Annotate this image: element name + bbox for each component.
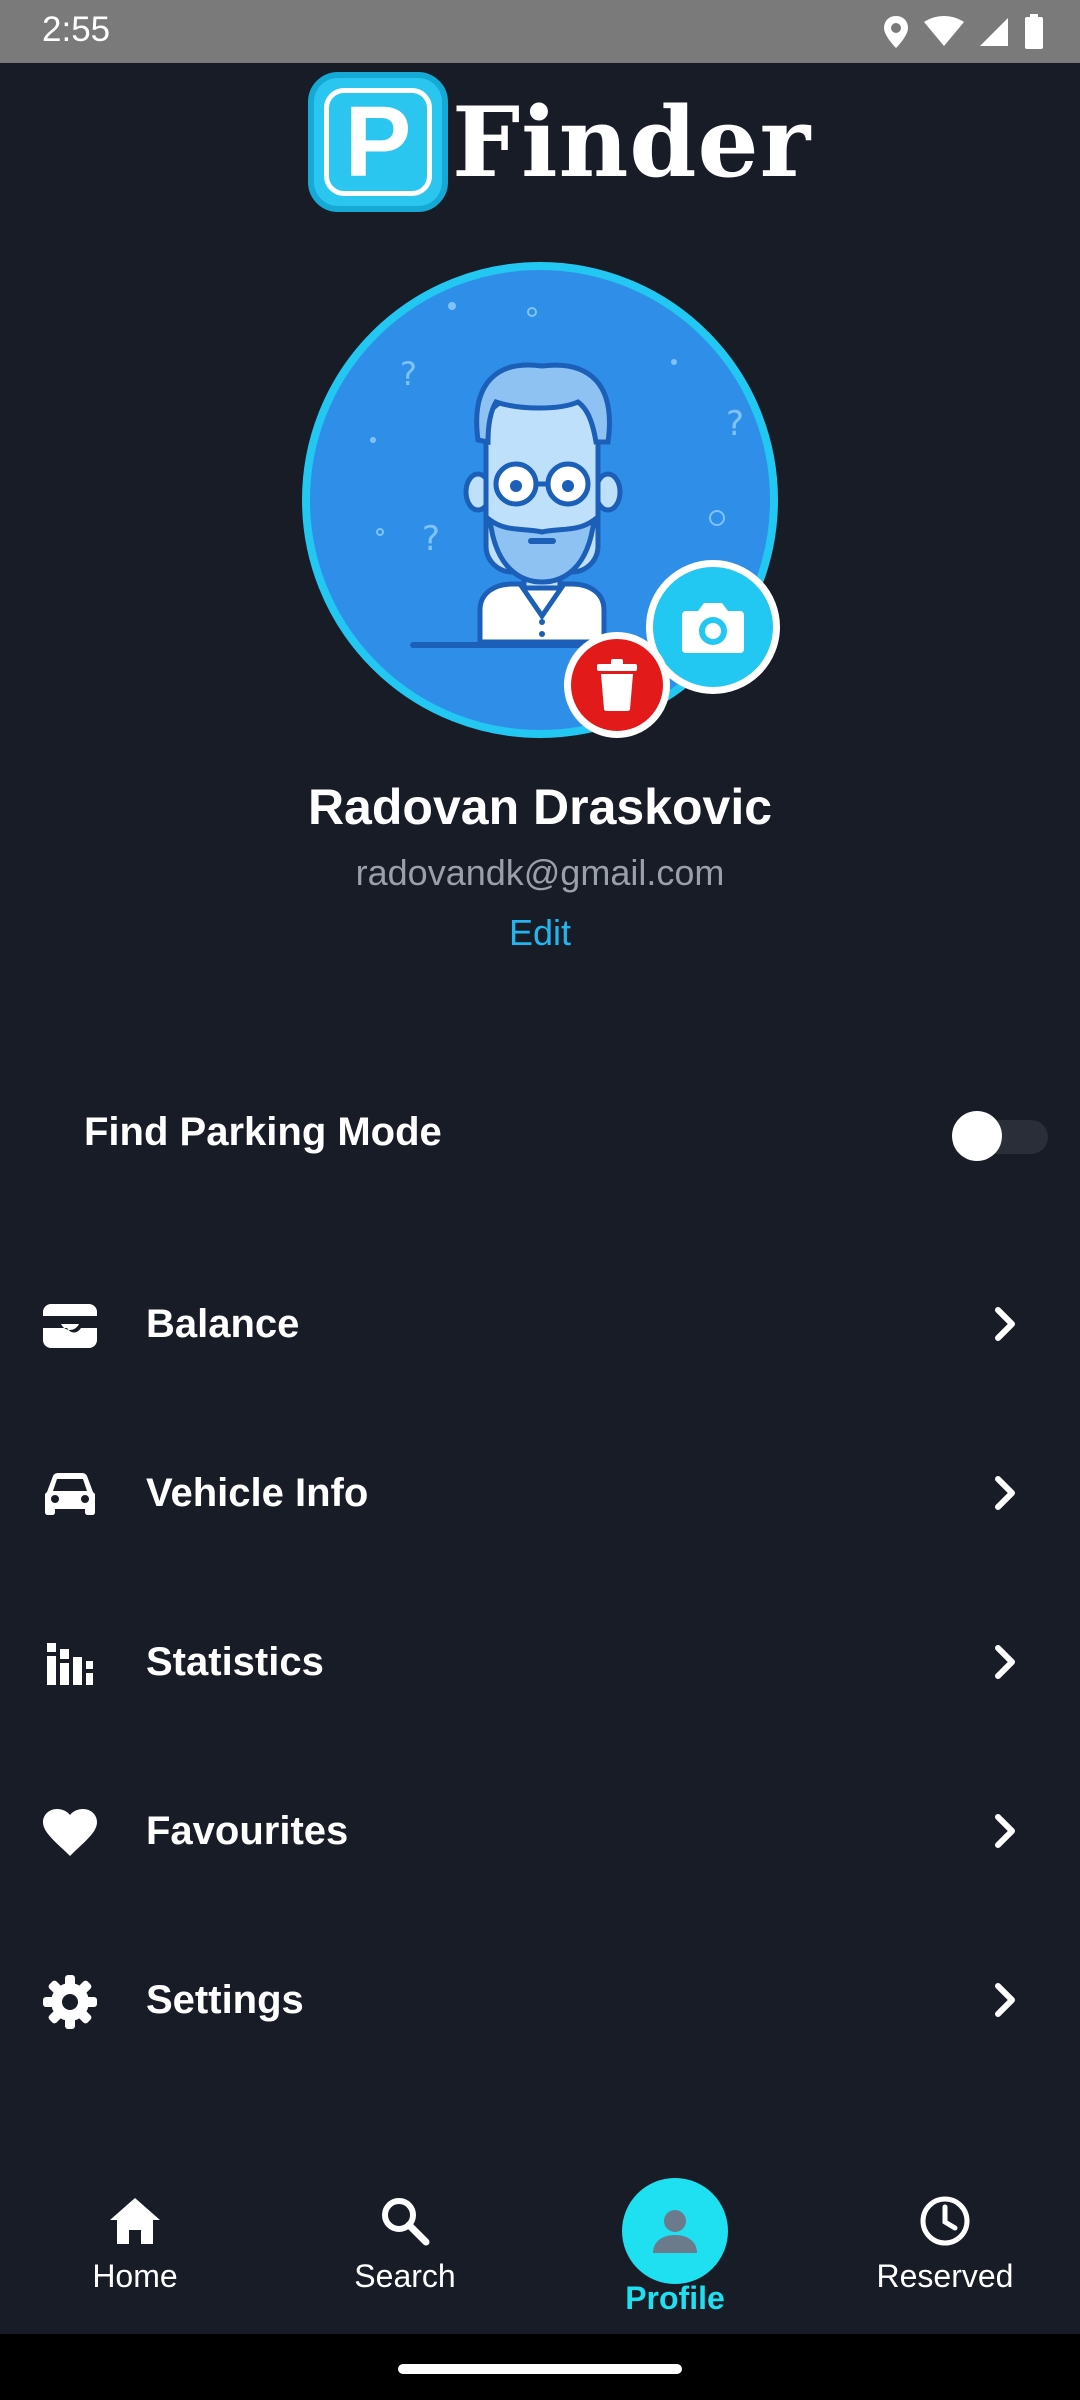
profile-email: radovandk@gmail.com — [355, 852, 725, 893]
menu-item-label: Settings — [146, 1978, 304, 2022]
chevron-right-icon — [995, 1814, 1015, 1848]
logo-letter: P — [324, 88, 432, 196]
wallet-icon — [42, 1298, 98, 1354]
battery-icon — [1024, 14, 1044, 50]
toggle-thumb — [952, 1111, 1002, 1161]
nav-label: Reserved — [876, 2258, 1014, 2294]
nav-active-indicator — [622, 2178, 728, 2284]
menu-item-label: Vehicle Info — [146, 1471, 369, 1515]
nav-search[interactable]: Search — [270, 2160, 540, 2334]
trash-icon — [597, 659, 637, 711]
stats-icon — [42, 1636, 98, 1692]
status-time: 2:55 — [42, 10, 111, 49]
location-icon — [882, 14, 910, 50]
search-icon — [378, 2194, 432, 2248]
clock-icon — [918, 2194, 972, 2248]
wifi-icon — [924, 16, 964, 48]
gear-icon — [42, 1974, 98, 2030]
nav-reserved[interactable]: Reserved — [810, 2160, 1080, 2334]
car-icon — [42, 1467, 98, 1523]
signal-icon — [978, 16, 1010, 48]
nav-label: Profile — [625, 2280, 725, 2316]
menu-item-label: Favourites — [146, 1809, 349, 1853]
app-logo: P Finder — [308, 66, 811, 218]
menu-item-label: Statistics — [146, 1640, 324, 1684]
chevron-right-icon — [995, 1476, 1015, 1510]
menu-item-vehicle-info[interactable]: Vehicle Info — [0, 1433, 1080, 1553]
nav-profile[interactable]: Profile — [540, 2160, 810, 2334]
logo-badge: P — [308, 72, 448, 212]
chevron-right-icon — [995, 1983, 1015, 2017]
profile-name: Radovan Draskovic — [307, 779, 773, 835]
nav-label: Search — [354, 2258, 456, 2294]
chevron-right-icon — [995, 1645, 1015, 1679]
svg-text:?: ? — [726, 404, 744, 444]
delete-photo-button[interactable] — [564, 632, 670, 738]
home-icon — [108, 2194, 162, 2248]
svg-text:?: ? — [422, 519, 440, 559]
menu-item-statistics[interactable]: Statistics — [0, 1602, 1080, 1722]
heart-icon — [42, 1805, 98, 1861]
home-indicator[interactable] — [398, 2364, 682, 2374]
svg-text:?: ? — [400, 355, 417, 393]
system-nav-bar — [0, 2334, 1080, 2400]
menu-item-balance[interactable]: Balance — [0, 1264, 1080, 1384]
menu-item-label: Balance — [146, 1302, 300, 1346]
menu-item-favourites[interactable]: Favourites — [0, 1771, 1080, 1891]
chevron-right-icon — [995, 1307, 1015, 1341]
find-parking-mode-toggle[interactable] — [952, 1111, 1048, 1161]
logo-text: Finder — [452, 85, 812, 199]
bottom-nav: Home Search Profile Reserved — [0, 2160, 1080, 2334]
avatar-section: ? ? ? — [302, 262, 780, 738]
nav-label: Home — [92, 2258, 178, 2294]
nav-home[interactable]: Home — [0, 2160, 270, 2334]
find-parking-mode-row: Find Parking Mode — [0, 1086, 1080, 1186]
edit-profile-link[interactable]: Edit — [490, 912, 590, 954]
camera-icon — [682, 603, 744, 653]
person-icon — [653, 2210, 697, 2253]
status-bar: 2:55 — [0, 0, 1080, 63]
find-parking-mode-label: Find Parking Mode — [84, 1110, 442, 1154]
status-icons — [882, 12, 1044, 52]
menu-item-settings[interactable]: Settings — [0, 1940, 1080, 2060]
